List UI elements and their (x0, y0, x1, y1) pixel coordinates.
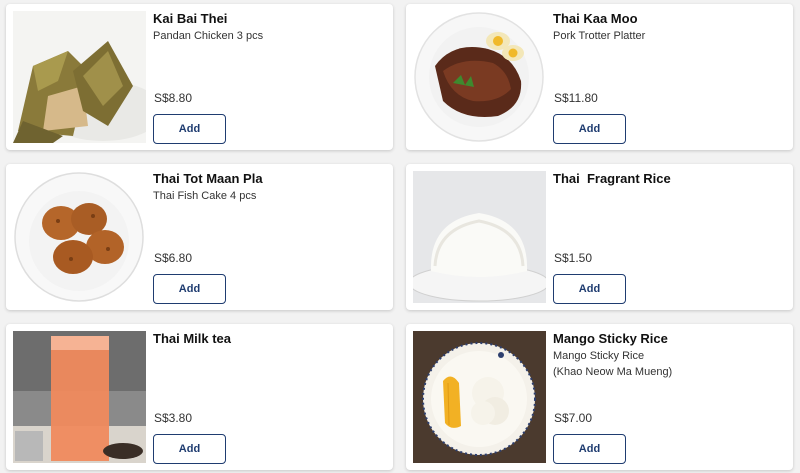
item-name: Thai Kaa Moo (553, 11, 638, 26)
item-price: S$1.50 (554, 251, 593, 265)
menu-card[interactable]: Kai Bai Thei Pandan Chicken 3 pcs S$8.80… (6, 4, 393, 150)
item-price: S$8.80 (154, 91, 193, 105)
item-name: Mango Sticky Rice (553, 331, 668, 346)
milk-tea-image[interactable] (13, 331, 146, 463)
add-button[interactable]: Add (153, 434, 226, 464)
item-price: S$7.00 (554, 411, 593, 425)
item-name: Thai Fragrant Rice (553, 171, 671, 186)
pandan-chicken-image[interactable] (13, 11, 146, 143)
menu-card[interactable]: Thai Milk tea S$3.80 Add (6, 324, 393, 470)
menu-card[interactable]: Thai Kaa Moo Pork Trotter Platter S$11.8… (406, 4, 793, 150)
item-price: S$3.80 (154, 411, 193, 425)
menu-card[interactable]: Mango Sticky Rice Mango Sticky Rice (Kha… (406, 324, 793, 470)
pork-trotter-image[interactable] (413, 11, 546, 143)
item-price: S$11.80 (554, 91, 598, 105)
item-description: Mango Sticky Rice (Khao Neow Ma Mueng) (553, 350, 673, 378)
add-button[interactable]: Add (153, 274, 226, 304)
add-button[interactable]: Add (553, 434, 626, 464)
menu-card[interactable]: Thai Fragrant Rice S$1.50 Add (406, 164, 793, 310)
item-name: Kai Bai Thei (153, 11, 228, 26)
item-description: Pandan Chicken 3 pcs (153, 30, 264, 42)
mango-sticky-rice-image[interactable] (413, 331, 546, 463)
add-button[interactable]: Add (553, 274, 626, 304)
item-name: Thai Milk tea (153, 331, 232, 346)
menu-card[interactable]: Thai Tot Maan Pla Thai Fish Cake 4 pcs S… (6, 164, 393, 310)
fragrant-rice-image[interactable] (413, 171, 546, 303)
add-button[interactable]: Add (153, 114, 226, 144)
add-button[interactable]: Add (553, 114, 626, 144)
fish-cake-image[interactable] (13, 171, 146, 303)
item-description: Thai Fish Cake 4 pcs (153, 190, 257, 202)
item-price: S$6.80 (154, 251, 193, 265)
item-name: Thai Tot Maan Pla (153, 171, 263, 186)
item-description: Pork Trotter Platter (553, 30, 646, 42)
